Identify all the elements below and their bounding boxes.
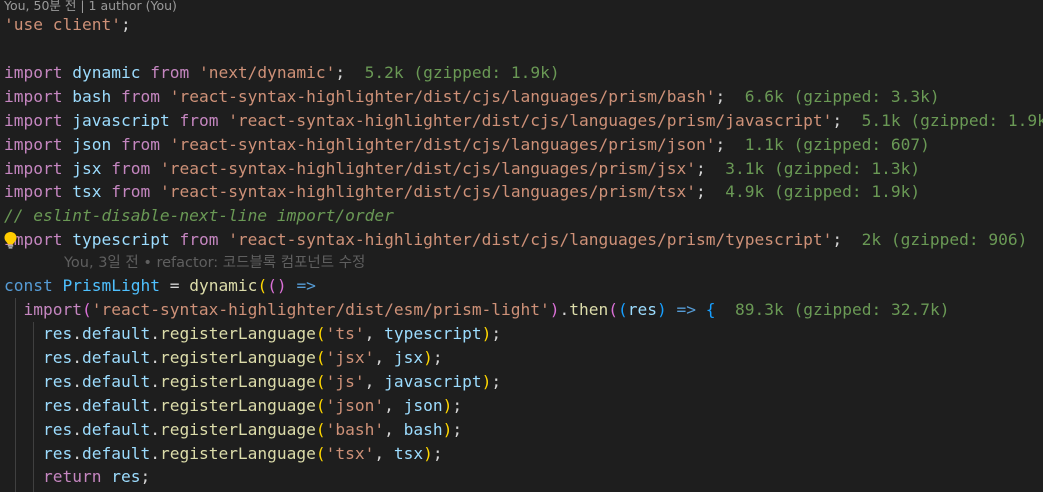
code-line[interactable]: import('react-syntax-highlighter/dist/es… [4, 298, 950, 322]
import-path: 'react-syntax-highlighter/dist/cjs/langu… [228, 230, 833, 249]
import-cost-annotation: 89.3k (gzipped: 32.7k) [735, 300, 950, 319]
code-editor[interactable]: You, 50분 전 | 1 author (You) 'use client'… [0, 0, 1043, 492]
code-line[interactable]: res.default.registerLanguage('tsx', tsx)… [4, 442, 443, 466]
lightbulb-icon[interactable] [3, 231, 18, 249]
import-cost-annotation: 5.1k (gzipped: 1.9k) [861, 111, 1043, 130]
code-line[interactable]: res.default.registerLanguage('jsx', jsx)… [4, 346, 443, 370]
language-key: 'ts' [325, 324, 365, 343]
import-path: 'react-syntax-highlighter/dist/cjs/langu… [159, 182, 696, 201]
git-blame-annotation[interactable]: You, 3일 전 • refactor: 코드블록 컴포넌트 수정 [64, 252, 365, 276]
code-line[interactable]: // eslint-disable-next-line import/order [4, 204, 394, 228]
code-line[interactable]: const PrismLight = dynamic(() => [4, 274, 316, 298]
language-key: 'js' [325, 372, 365, 391]
code-line[interactable]: res.default.registerLanguage('json', jso… [4, 394, 462, 418]
code-line[interactable]: import bash from 'react-syntax-highlight… [4, 85, 940, 109]
import-cost-annotation: 5.2k (gzipped: 1.9k) [364, 63, 560, 82]
use-client-directive: 'use client' [4, 15, 121, 34]
code-line[interactable]: import jsx from 'react-syntax-highlighte… [4, 157, 920, 181]
code-line[interactable]: res.default.registerLanguage('ts', types… [4, 322, 501, 346]
import-path: 'react-syntax-highlighter/dist/cjs/langu… [228, 111, 833, 130]
import-path: 'react-syntax-highlighter/dist/cjs/langu… [159, 159, 696, 178]
language-key: 'tsx' [325, 444, 375, 463]
import-cost-annotation: 4.9k (gzipped: 1.9k) [725, 182, 921, 201]
code-line[interactable]: import tsx from 'react-syntax-highlighte… [4, 180, 920, 204]
eslint-comment: // eslint-disable-next-line import/order [4, 206, 394, 225]
git-codelens[interactable]: You, 50분 전 | 1 author (You) [4, 0, 177, 13]
code-line[interactable]: res.default.registerLanguage('js', javas… [4, 370, 501, 394]
import-cost-annotation: 1.1k (gzipped: 607) [744, 135, 930, 154]
import-cost-annotation: 2k (gzipped: 906) [861, 230, 1028, 249]
language-key: 'jsx' [325, 348, 375, 367]
import-path: 'next/dynamic' [198, 63, 336, 82]
language-key: 'bash' [325, 420, 385, 439]
language-key: 'json' [325, 396, 385, 415]
import-cost-annotation: 6.6k (gzipped: 3.3k) [744, 87, 940, 106]
import-path: 'react-syntax-highlighter/dist/cjs/langu… [169, 135, 716, 154]
import-path: 'react-syntax-highlighter/dist/cjs/langu… [169, 87, 716, 106]
import-cost-annotation: 3.1k (gzipped: 1.3k) [725, 159, 921, 178]
import-path: 'react-syntax-highlighter/dist/esm/prism… [91, 300, 550, 319]
code-line[interactable]: res.default.registerLanguage('bash', bas… [4, 418, 462, 442]
code-line[interactable]: import dynamic from 'next/dynamic'; 5.2k… [4, 61, 560, 85]
code-line[interactable]: import javascript from 'react-syntax-hig… [4, 109, 1043, 133]
code-line[interactable]: 'use client'; [4, 13, 131, 37]
code-line[interactable]: return res; [4, 465, 150, 489]
code-line[interactable]: import json from 'react-syntax-highlight… [4, 133, 930, 157]
code-line[interactable]: import typescript from 'react-syntax-hig… [4, 228, 1027, 252]
